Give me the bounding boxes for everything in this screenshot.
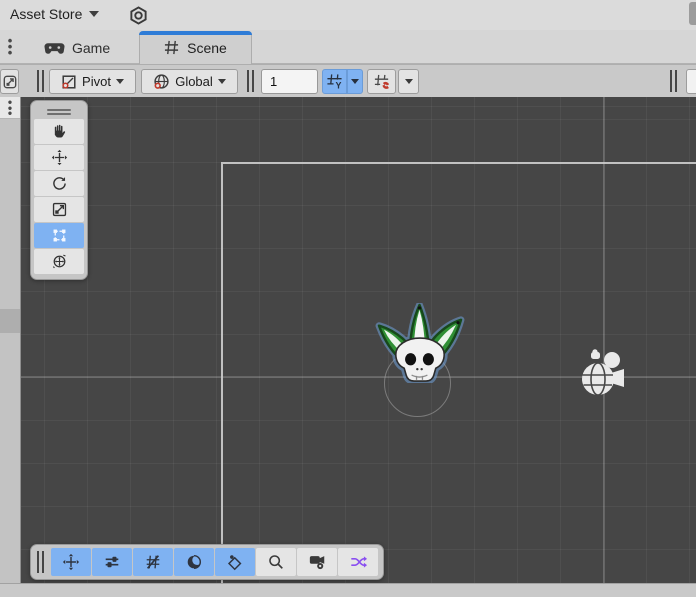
globe-icon: [153, 73, 170, 90]
hand-icon: [54, 124, 65, 138]
asset-store-label: Asset Store: [10, 6, 83, 22]
scene-lighting-toggle[interactable]: [174, 548, 214, 576]
move-gizmo-toggle[interactable]: [51, 548, 91, 576]
overlay-drag-handle[interactable]: [37, 551, 44, 573]
top-bar: Asset Store: [0, 0, 696, 30]
scrollbar-thumb[interactable]: [689, 2, 696, 25]
snap-magnet-dropdown[interactable]: [398, 69, 419, 94]
chevron-down-icon: [217, 79, 226, 84]
view-options-overlay: [30, 544, 384, 580]
toolbar-drag-handle[interactable]: [37, 70, 45, 92]
tool-palette-overlay: [30, 100, 88, 280]
window-bottom-edge: [0, 583, 696, 597]
move-icon: [51, 149, 67, 166]
pane-menu-icon[interactable]: • • •: [4, 96, 16, 119]
rect-tool-button[interactable]: [34, 223, 84, 248]
tab-scene-label: Scene: [187, 39, 227, 56]
pane-menu-icon[interactable]: • • •: [4, 34, 16, 59]
grid-slash-icon: [146, 555, 160, 569]
rotate-tool-button[interactable]: [34, 171, 84, 196]
splitter-handle[interactable]: [0, 309, 20, 333]
grid-y-icon: Y: [327, 74, 342, 90]
snap-grid-y-button[interactable]: Y: [322, 69, 347, 94]
scale-icon: [52, 202, 66, 217]
plant-skull-sprite[interactable]: [372, 303, 467, 383]
pivot-dropdown[interactable]: Pivot: [49, 69, 136, 94]
scene-viewport[interactable]: [21, 97, 696, 583]
left-strip-header: • • •: [0, 96, 20, 119]
global-dropdown[interactable]: Global: [141, 69, 238, 94]
camera-visibility-button[interactable]: [297, 548, 337, 576]
sliders-icon: [105, 556, 119, 568]
asset-store-tab[interactable]: Asset Store: [10, 6, 100, 22]
tab-scene[interactable]: Scene: [139, 31, 252, 64]
camera-gizmo[interactable]: [578, 349, 626, 401]
unity-editor-window: Asset Store • • • Game Scene Pivot Globa…: [0, 0, 696, 597]
move-icon: [62, 553, 80, 571]
render-sliders-toggle[interactable]: [92, 548, 132, 576]
rotate-icon: [52, 177, 66, 190]
tab-game-label: Game: [72, 40, 111, 56]
gamepad-icon: [44, 42, 65, 55]
moon-icon: [187, 554, 203, 570]
scene-toolbar: Pivot Global Y: [0, 64, 696, 97]
left-dock-strip: • • •: [0, 96, 21, 583]
shuffle-button[interactable]: [338, 548, 378, 576]
grid-overdraw-toggle[interactable]: [133, 548, 173, 576]
grid-magnet-icon: [374, 74, 389, 89]
scale-tool-button[interactable]: [34, 197, 84, 222]
grid-icon: [164, 40, 179, 55]
unity-package-icon: [129, 6, 148, 25]
chevron-down-icon: [404, 79, 413, 84]
effects-diamond-icon: [227, 555, 242, 571]
scene-effects-toggle[interactable]: [215, 548, 255, 576]
pivot-icon: [61, 74, 77, 90]
camera-eye-icon: [309, 556, 324, 570]
search-button[interactable]: [256, 548, 296, 576]
global-label: Global: [175, 74, 213, 89]
tab-game[interactable]: Game: [38, 36, 116, 60]
snap-grid-dropdown[interactable]: [347, 69, 363, 94]
chevron-down-icon: [89, 11, 100, 17]
shuffle-icon: [350, 556, 367, 568]
toolbar-separator: [247, 70, 255, 92]
grid-size-input[interactable]: [261, 69, 318, 94]
snap-magnet-button[interactable]: [367, 69, 396, 94]
hand-tool-button[interactable]: [34, 119, 84, 144]
svg-text:Y: Y: [335, 81, 341, 90]
chevron-down-icon: [115, 79, 124, 84]
overlay-popout-button[interactable]: [0, 69, 19, 94]
search-icon: [269, 555, 283, 569]
rect-tool-icon: [53, 229, 65, 242]
move-tool-button[interactable]: [34, 145, 84, 170]
toolbar-drag-handle-right[interactable]: [670, 70, 678, 92]
tab-row: • • • Game Scene: [0, 30, 696, 64]
transform-tool-button[interactable]: [34, 249, 84, 274]
palette-drag-handle[interactable]: [31, 104, 87, 119]
chevron-down-icon: [351, 79, 359, 84]
transform-icon: [52, 254, 66, 269]
right-edge-button[interactable]: [686, 69, 696, 94]
pivot-label: Pivot: [82, 74, 111, 89]
